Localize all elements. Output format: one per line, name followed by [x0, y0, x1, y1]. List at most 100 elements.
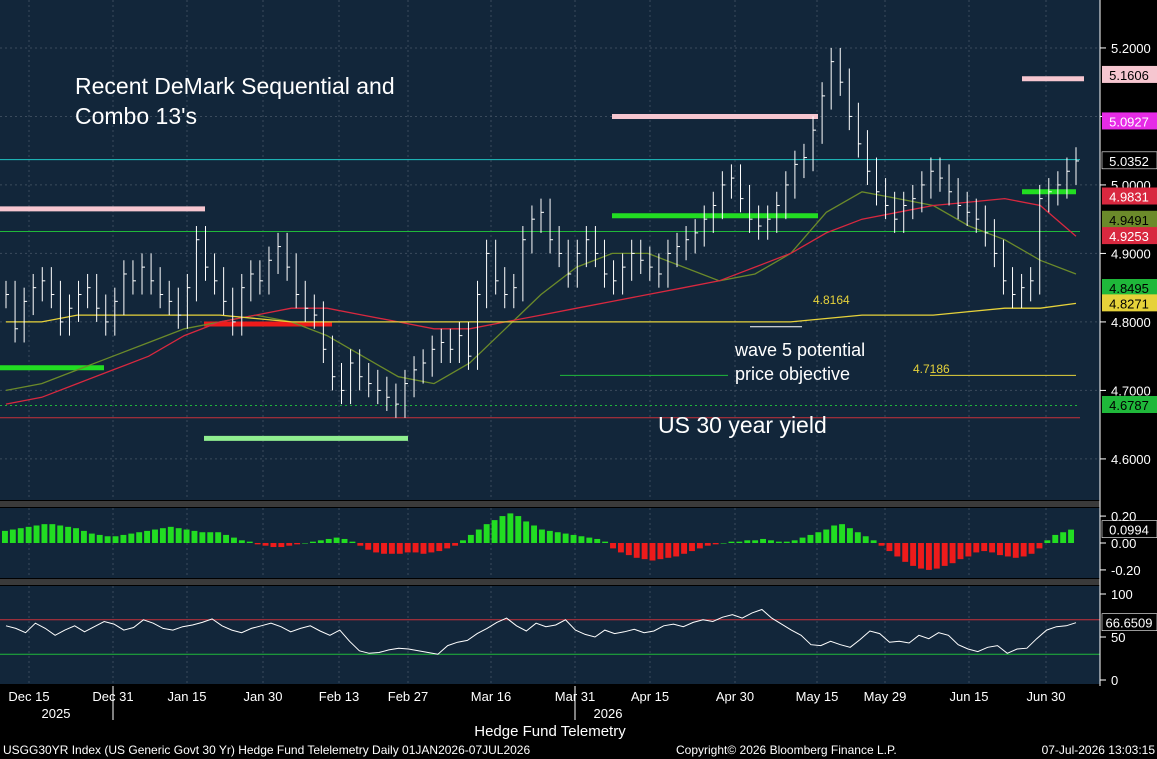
histogram-bar: [657, 543, 664, 560]
y-tick-label: 0.00: [1111, 536, 1136, 551]
histogram-bar: [215, 532, 222, 543]
histogram-bar: [159, 528, 166, 543]
histogram-bar: [965, 543, 972, 557]
histogram-bar: [602, 541, 609, 543]
histogram-bar: [120, 534, 127, 543]
histogram-bar: [720, 543, 727, 544]
y-tick-label: 0: [1111, 673, 1118, 688]
histogram-bar: [641, 543, 648, 560]
histogram-bar: [404, 543, 411, 553]
histogram-bar: [949, 543, 956, 564]
year-label: 2026: [594, 706, 623, 721]
histogram-bar: [633, 543, 640, 558]
histogram-bar: [9, 529, 16, 543]
histogram-bar: [349, 541, 356, 543]
histogram-bar: [1068, 529, 1074, 543]
panel-splitter[interactable]: [0, 579, 1100, 585]
histogram-bar: [689, 543, 695, 552]
histogram-bar: [570, 534, 577, 543]
histogram-bar: [531, 525, 537, 543]
histogram-bar: [2, 530, 8, 543]
histogram-bar: [1044, 540, 1051, 543]
histogram-bar: [396, 543, 403, 554]
histogram-bar: [33, 525, 40, 543]
x-tick-label: Apr 30: [716, 689, 754, 704]
wave5-annotation-line-1: wave 5 potential: [734, 340, 865, 360]
histogram-bar: [302, 543, 308, 544]
histogram-bar: [957, 543, 964, 560]
histogram-bar: [17, 528, 24, 543]
histogram-bar: [373, 543, 380, 553]
rsi-value-label: 66.6509: [1106, 616, 1153, 631]
histogram-bar: [941, 543, 948, 566]
histogram-bar: [610, 543, 616, 549]
histogram-bar: [238, 540, 245, 543]
histogram-bar: [617, 543, 624, 553]
value-label: 4.9253: [1109, 229, 1149, 244]
histogram-bar: [744, 540, 751, 543]
histogram-bar: [483, 524, 490, 543]
value-label: 5.0352: [1109, 154, 1149, 169]
histogram-bar: [341, 538, 348, 543]
x-axis-title: Hedge Fund Telemetry: [474, 723, 626, 740]
histogram-bar: [428, 543, 435, 553]
histogram-bar: [752, 540, 759, 543]
y-tick-label: 4.8000: [1111, 315, 1151, 330]
histogram-bar: [104, 536, 111, 543]
histogram-bar: [933, 543, 940, 569]
histogram-bar: [997, 543, 1003, 556]
histogram-bar: [775, 541, 782, 543]
histogram-bar: [728, 541, 735, 543]
histogram-bar: [649, 543, 656, 561]
histogram-bar: [286, 543, 293, 546]
value-label: 4.9491: [1109, 213, 1149, 228]
x-tick-label: Apr 15: [631, 689, 669, 704]
histogram-bar: [25, 526, 32, 543]
histogram-bar: [870, 540, 877, 543]
panel-splitter[interactable]: [0, 501, 1100, 507]
histogram-bar: [1028, 543, 1035, 554]
histogram-bar: [333, 537, 340, 543]
level-label: 4.7186: [913, 362, 950, 376]
chart-title-line-1: Recent DeMark Sequential and: [75, 73, 395, 99]
histogram-bar: [823, 529, 830, 543]
histogram-bar: [246, 541, 253, 543]
histogram-bar: [254, 543, 261, 545]
histogram-bar: [546, 530, 553, 543]
x-tick-label: Jun 15: [949, 689, 988, 704]
histogram-bar: [231, 537, 237, 543]
histogram-bar: [910, 543, 917, 566]
histogram-bar: [799, 537, 806, 543]
histogram-bar: [467, 534, 474, 543]
histogram-bar: [768, 540, 774, 543]
chart-title-line-2: Combo 13's: [75, 103, 197, 129]
histogram-bar: [183, 529, 190, 543]
footer-timestamp: 07-Jul-2026 13:03:15: [1042, 743, 1156, 757]
histogram-bar: [1004, 543, 1011, 557]
histogram-bar: [839, 524, 845, 543]
histogram-bar: [444, 543, 451, 549]
chart-canvas: 4.60004.70004.80004.90005.00005.10005.20…: [0, 0, 1157, 757]
histogram-bar: [41, 524, 48, 543]
oscillator-value-label: 0.0994: [1109, 523, 1149, 538]
histogram-bar: [539, 529, 545, 543]
wave5-annotation-line-2: price objective: [735, 364, 850, 384]
histogram-bar: [712, 543, 719, 545]
histogram-bar: [586, 537, 593, 543]
histogram-bar: [736, 541, 743, 543]
x-axis: Dec 15 Dec 31 Jan 15 Jan 30 Feb 13 Feb 27 Mar …: [8, 686, 1066, 720]
histogram-bar: [499, 516, 506, 543]
value-label: 5.0927: [1109, 114, 1149, 129]
histogram-bar: [278, 543, 285, 548]
histogram-bar: [554, 532, 561, 543]
histogram-bar: [665, 543, 672, 558]
histogram-bar: [696, 543, 703, 549]
histogram-bar: [167, 526, 174, 543]
histogram-bar: [65, 526, 72, 543]
x-tick-label: Dec 15: [8, 689, 49, 704]
x-tick-label: Jan 15: [167, 689, 206, 704]
histogram-bar: [681, 543, 688, 554]
histogram-bar: [207, 532, 214, 543]
histogram-bar: [625, 543, 632, 556]
histogram-bar: [925, 543, 932, 570]
